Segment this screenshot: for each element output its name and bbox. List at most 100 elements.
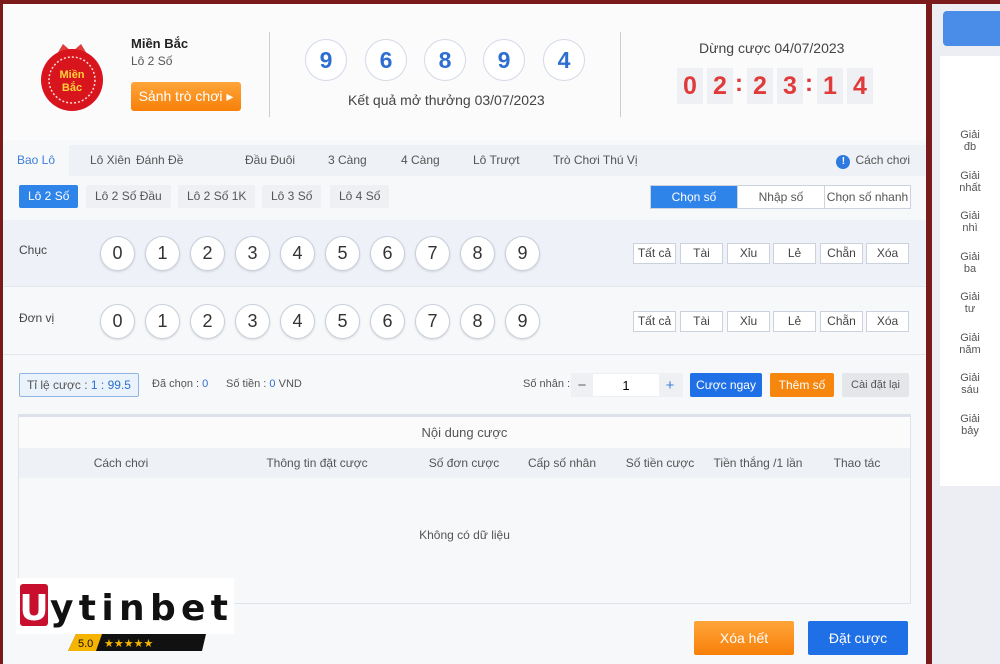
prize-row: Giải nhất [940,170,1000,194]
amount-label: Số tiền : [226,378,270,390]
subtab-0[interactable]: Lô 2 Số [19,185,79,208]
result-ball: 9 [483,39,525,81]
tab-bar: Bao Lô Lô Xiên Đánh Đề Đầu Đuôi 3 Càng 4 Càng… [3,145,926,176]
digit-ball[interactable]: 4 [280,304,315,339]
mode-1[interactable]: Nhập số [737,186,824,208]
prize-row: Giải sáu [940,372,1000,396]
digit-ball[interactable]: 8 [460,304,495,339]
how-to-play-link[interactable]: ! Cách chơi [836,145,910,176]
subtab-4[interactable]: Lô 4 Số [330,185,390,208]
digit-row-1: Đơn vị 0 1 2 3 4 5 6 7 8 9 Tất cả Tài Xỉu Lẻ Chẵn Xóa [3,288,926,355]
quick-select-button[interactable]: Chẵn [820,243,863,264]
stop-bet-label: Dừng cược 04/07/2023 [699,40,845,56]
result-ball: 8 [424,39,466,81]
tab-2[interactable]: Đánh Đề [136,145,183,176]
selected-label: Đã chọn : [152,378,203,390]
tab-6[interactable]: Lô Trượt [473,145,520,176]
prize-label: Giải ba [960,250,980,275]
mode-selector: Chọn số Nhập số Chọn số nhanh [650,185,911,209]
divider [620,32,621,117]
digit-ball[interactable]: 5 [325,236,360,271]
digit-ball[interactable]: 1 [145,236,180,271]
colon: : [805,70,813,97]
tab-1[interactable]: Lô Xiên [90,145,131,176]
lobby-button[interactable]: Sảnh trò chơi ▸ [131,82,241,111]
multiplier-input[interactable] [593,374,659,396]
prize-label: Giải bảy [960,412,980,437]
digit-ball[interactable]: 5 [325,304,360,339]
digit-ball[interactable]: 9 [505,236,540,271]
countdown-digit: 1 [817,68,843,104]
digit-ball[interactable]: 4 [280,236,315,271]
row-label: Chục [19,243,48,257]
result-label: Kết quả mở thưởng 03/07/2023 [348,92,545,108]
quick-select-button[interactable]: Xỉu [727,243,770,264]
place-bet-button[interactable]: Đặt cược [808,621,908,655]
colon: : [735,70,743,97]
digit-ball[interactable]: 0 [100,236,135,271]
results-sidebar: Giải đb Giải nhất Giải nhì Giải ba Giải tư Gi… [932,4,1000,664]
digit-ball[interactable]: 2 [190,304,225,339]
quick-select-button[interactable]: Chẵn [820,311,863,332]
uytinbet-watermark: U ytinbet 5.0 ★★★★★ [16,578,234,651]
tab-0[interactable]: Bao Lô [3,145,70,176]
quick-select-button[interactable]: Xóa [866,311,909,332]
game-name: Miền Bắc [131,36,189,51]
digit-ball[interactable]: 3 [235,236,270,271]
digit-ball[interactable]: 8 [460,236,495,271]
svg-text:Bắc: Bắc [62,81,82,94]
quick-select-button[interactable]: Tất cả [633,311,676,332]
prize-row: Giải tư [940,291,1000,315]
quick-select-button[interactable]: Tài [680,311,723,332]
digit-ball[interactable]: 7 [415,304,450,339]
minus-icon[interactable]: − [571,377,593,394]
countdown-digit: 2 [707,68,733,104]
tab-5[interactable]: 4 Càng [401,145,440,176]
countdown-digit: 4 [847,68,873,104]
column-header: Cấp số nhân [527,456,597,470]
digit-ball[interactable]: 1 [145,304,180,339]
digit-ball[interactable]: 9 [505,304,540,339]
mode-0[interactable]: Chọn số [651,186,737,208]
quick-select-button[interactable]: Lẻ [773,243,816,264]
digit-ball[interactable]: 3 [235,304,270,339]
prize-list: Giải đb Giải nhất Giải nhì Giải ba Giải tư Gi… [940,56,1000,486]
quick-select-button[interactable]: Xỉu [727,311,770,332]
prize-row: Giải đb [940,129,1000,153]
tab-3[interactable]: Đầu Đuôi [245,145,295,176]
result-ball: 4 [543,39,585,81]
prize-row: Giải bảy [940,413,1000,437]
multiplier-stepper: − + [571,373,683,397]
empty-message: Không có dữ liệu [419,528,510,542]
mode-2[interactable]: Chọn số nhanh [824,186,910,208]
prize-label: Giải năm [959,331,981,356]
tab-7[interactable]: Trò Chơi Thú Vị [553,145,638,176]
reset-button[interactable]: Cài đặt lại [842,373,909,397]
prize-label: Giải tư [960,291,980,315]
svg-text:U: U [19,588,48,629]
quick-select-button[interactable]: Lẻ [773,311,816,332]
mien-bac-logo: Miền Bắc [41,44,103,111]
digit-ball[interactable]: 6 [370,304,405,339]
odds-badge: Tỉ lệ cược : 1 : 99.5 [19,373,139,397]
tab-4[interactable]: 3 Càng [328,145,367,176]
svg-text:★★★★★: ★★★★★ [104,637,153,650]
digit-ball[interactable]: 7 [415,236,450,271]
column-header: Thông tin đặt cược [266,456,368,470]
subtab-1[interactable]: Lô 2 Số Đầu [86,185,171,208]
digit-ball[interactable]: 2 [190,236,225,271]
table-title: Nội dung cược [19,417,910,448]
subtab-3[interactable]: Lô 3 Số [262,185,322,208]
add-number-button[interactable]: Thêm số [770,373,834,397]
sidebar-button[interactable] [943,11,1000,46]
clear-all-button[interactable]: Xóa hết [694,621,794,655]
digit-ball[interactable]: 6 [370,236,405,271]
quick-select-button[interactable]: Xóa [866,243,909,264]
digit-ball[interactable]: 0 [100,304,135,339]
quick-select-button[interactable]: Tất cả [633,243,676,264]
quick-select-button[interactable]: Tài [680,243,723,264]
plus-icon[interactable]: + [659,377,681,394]
prize-label: Giải đb [960,129,980,153]
subtab-2[interactable]: Lô 2 Số 1K [178,185,256,208]
bet-now-button[interactable]: Cược ngay [690,373,762,397]
